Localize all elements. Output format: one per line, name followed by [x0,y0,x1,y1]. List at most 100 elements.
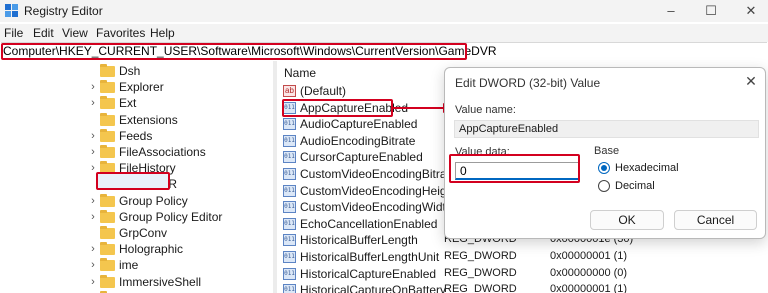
folder-icon [100,193,115,207]
decimal-radio[interactable] [598,180,610,192]
chevron-right-icon[interactable]: › [88,81,98,93]
dword-value-icon: 011 [283,217,296,230]
tree-item[interactable]: › Ext [0,95,272,111]
tree-item-label: Group Policy [119,193,188,208]
dword-value-icon: 011 [283,284,296,293]
cancel-button[interactable]: Cancel [674,210,757,230]
decimal-label[interactable]: Decimal [615,180,655,192]
value-name: CursorCaptureEnabled [300,150,423,165]
tree-item-label: Group Policy Editor [119,209,223,224]
tree-item[interactable]: GrpConv [0,225,272,241]
chevron-right-icon[interactable]: › [88,276,98,288]
value-name: HistoricalCaptureEnabled [300,266,437,281]
tree-item-label: ime [119,258,139,273]
value-name: (Default) [300,84,347,98]
value-name: CustomVideoEncodingWidth [300,200,453,215]
dialog-close-icon[interactable]: ✕ [743,73,759,89]
minimize-button[interactable]: – [656,2,686,20]
folder-icon [100,258,115,272]
folder-icon [100,64,115,77]
value-row[interactable]: 011 HistoricalCaptureEnabled REG_DWORD 0x00… [277,266,768,282]
tree-item[interactable]: › Feeds [0,128,272,144]
window-title: Registry Editor [24,4,103,18]
value-data-highlight-box [449,154,580,183]
folder-icon [100,128,115,142]
dialog-title: Edit DWORD (32-bit) Value [455,76,601,90]
value-data: 0x00000000 (0) [550,266,628,279]
folder-icon [100,209,115,223]
tree-item[interactable]: › Explorer [0,79,272,95]
folder-icon [100,226,115,239]
menu-view[interactable]: View [62,26,88,40]
dword-value-icon: 011 [283,201,296,214]
tree-item[interactable]: › Group Policy [0,193,272,209]
dword-value-icon: 011 [283,234,296,247]
appcaptureenabled-highlight-box [282,99,393,117]
tree-item-label: Explorer [119,80,164,95]
value-data: 0x00000001 (1) [550,250,628,262]
value-row[interactable]: 011 HistoricalCaptureOnBattery REG_DWORD 0x… [277,282,768,293]
tree-item-label: ImmersiveShell [119,274,202,289]
tree-item[interactable]: Dsh [0,63,272,79]
tree-item[interactable]: Extensions [0,112,272,128]
dword-value-icon: 011 [283,151,296,164]
menu-help[interactable]: Help [150,26,175,40]
folder-icon [100,96,115,110]
tree-item-label: Feeds [119,128,153,143]
close-button[interactable]: ✕ [736,2,766,20]
tree-item[interactable]: › FileAssociations [0,144,272,160]
tree-item[interactable]: › Group Policy Editor [0,209,272,225]
chevron-right-icon[interactable]: › [88,146,98,158]
value-type: REG_DWORD [444,283,517,293]
base-label: Base [594,145,620,157]
tree-item[interactable]: › ime [0,257,272,273]
value-name-label: Value name: [455,104,516,116]
tree-item-label: Dsh [119,64,141,78]
dword-value-icon: 011 [283,134,296,147]
maximize-button[interactable]: ☐ [696,2,726,20]
registry-editor-icon [5,4,18,17]
chevron-right-icon[interactable]: › [88,130,98,142]
value-name-field: AppCaptureEnabled [454,120,759,138]
title-bar: Registry Editor – ☐ ✕ [0,0,768,22]
ok-button[interactable]: OK [590,210,664,230]
folder-icon [100,145,115,158]
folder-icon [100,80,115,94]
folder-icon [100,242,115,256]
address-highlight-box [1,43,467,60]
tree-item[interactable]: › ImmersiveShell [0,274,272,290]
hexadecimal-radio[interactable] [598,162,610,174]
menu-file[interactable]: File [4,26,23,40]
menu-favorites[interactable]: Favorites [96,26,145,40]
value-type: REG_DWORD [444,266,517,279]
chevron-right-icon[interactable]: › [88,211,98,223]
dword-value-icon: 011 [283,168,296,180]
column-header-name[interactable]: Name [284,66,316,80]
tree-item-label: Extensions [119,112,178,127]
dword-value-icon: 011 [283,118,296,131]
chevron-right-icon[interactable]: › [88,195,98,207]
value-name: HistoricalBufferLength [300,233,418,248]
chevron-right-icon[interactable]: › [88,243,98,255]
string-value-icon: ab [283,85,296,97]
hexadecimal-label[interactable]: Hexadecimal [615,162,679,174]
value-data: 0x00000001 (1) [550,283,628,293]
value-row[interactable]: 011 HistoricalBufferLengthUnit REG_DWORD 0x… [277,249,768,265]
tree-item[interactable]: › Holographic [0,241,272,257]
gamedvr-highlight-box [96,172,170,190]
dword-value-icon: 011 [283,267,296,280]
value-name: EchoCancellationEnabled [300,216,438,231]
value-name: CustomVideoEncodingBitrate [300,167,457,181]
chevron-right-icon[interactable]: › [88,259,98,271]
value-name: AudioEncodingBitrate [300,133,416,148]
menu-edit[interactable]: Edit [33,26,54,40]
value-name: HistoricalBufferLengthUnit [300,250,440,264]
value-name: HistoricalCaptureOnBattery [300,283,447,293]
folder-icon [100,274,115,288]
dword-value-icon: 011 [283,251,296,263]
folder-icon [100,112,115,126]
menu-bar: File Edit View Favorites Help [0,24,768,42]
chevron-right-icon[interactable]: › [88,97,98,109]
tree-item-label: GrpConv [119,226,168,240]
value-name: AudioCaptureEnabled [300,117,418,132]
